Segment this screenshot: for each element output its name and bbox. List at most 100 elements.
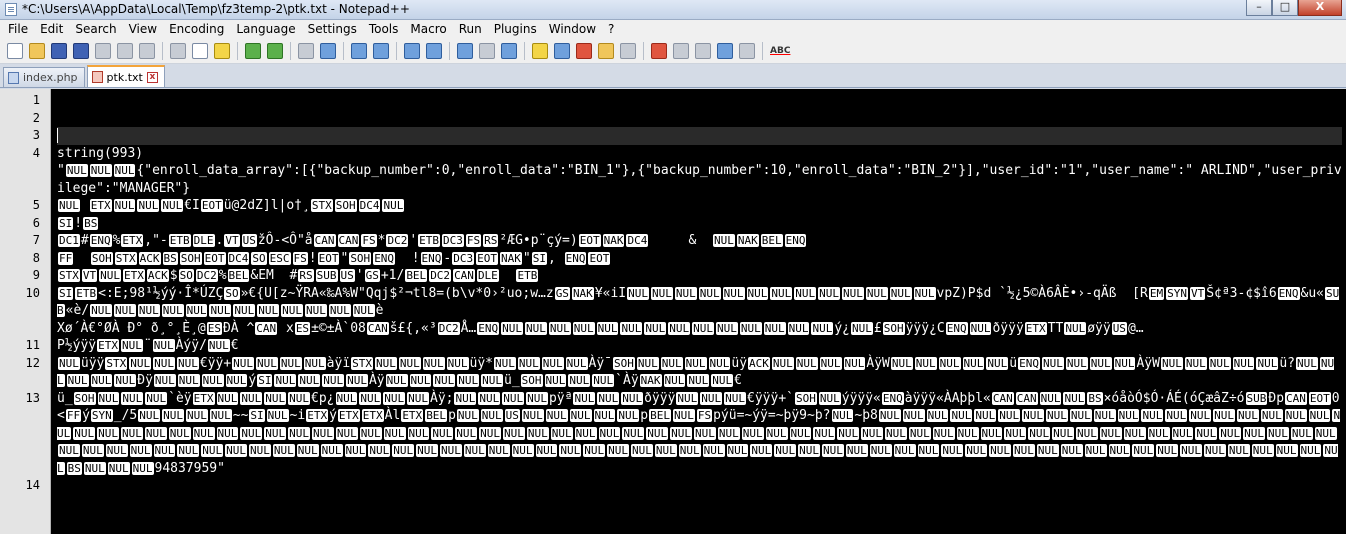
monitoring-icon[interactable] [620, 42, 636, 59]
control-char-badge: SOH [520, 374, 543, 387]
zoom-in-icon[interactable] [351, 42, 367, 59]
control-char-badge: NUL [620, 321, 643, 335]
text-segment: «è/ [65, 303, 90, 318]
text-segment: ÐÀ ^ [222, 320, 255, 336]
menu-file[interactable]: File [2, 20, 34, 38]
control-char-badge: NUL [216, 426, 239, 440]
editor-line[interactable]: 6 SI! BS [33, 215, 1342, 233]
editor-line[interactable]: 13 ü_ SOH NUL NUL NUL `èÿ ETX NUL NUL NUL NUL €p¿ NUL… [26, 390, 1342, 478]
editor-line[interactable]: 12 NUL üÿÿ STX NUL NUL NUL €ÿÿ+ NUL NUL NUL NUL àÿï S… [26, 355, 1342, 390]
save-macro-icon[interactable] [739, 42, 755, 59]
redo-icon[interactable] [267, 42, 283, 59]
control-char-badge: NUL [407, 391, 429, 405]
open-folder-icon[interactable] [29, 42, 45, 59]
copy-icon[interactable] [192, 42, 208, 59]
editor-line[interactable]: 3 [33, 127, 1342, 145]
play-macro-icon[interactable] [695, 42, 711, 59]
editor-line[interactable]: 4 string(993) " NUL NUL NUL {"enroll_data_arr… [33, 145, 1342, 198]
editor-line[interactable]: 10 SI ETB <:E;98¹½ýý·Î*ÚZÇ SO »€{U[z~ŸRA«‰A%W… [26, 285, 1342, 338]
spellcheck-icon[interactable]: ABC [770, 43, 792, 59]
menu-macro[interactable]: Macro [404, 20, 452, 38]
new-file-icon[interactable] [7, 42, 23, 59]
control-char-badge: NUL [457, 374, 480, 387]
sync-vertical-icon[interactable] [404, 42, 420, 59]
editor-line[interactable]: 5 NUL ETX NUL NUL NUL €I EOT ü@2dZ]l|o†¸ STX SOH D… [33, 197, 1342, 215]
editor-line[interactable]: 7 DC1 # ENQ% ETX ,"- ETB DLE. VT US žÔ-<Ô"å CAN CAN F… [33, 232, 1342, 250]
show-all-chars-icon[interactable] [479, 42, 495, 59]
menu-plugins[interactable]: Plugins [488, 20, 543, 38]
line-number: 2 [32, 110, 40, 125]
text-segment [74, 251, 90, 266]
control-char-badge: NUL [597, 391, 620, 405]
control-char-badge: NUL [644, 321, 667, 335]
play-multiple-icon[interactable] [717, 42, 733, 59]
function-list-icon[interactable] [576, 42, 592, 59]
user-lang-icon[interactable] [532, 42, 548, 59]
menu-settings[interactable]: Settings [302, 20, 363, 38]
control-char-badge: NUL [1036, 444, 1059, 457]
indent-guide-icon[interactable] [501, 42, 517, 59]
control-char-badge: NUL [969, 321, 992, 335]
folder-workspace-icon[interactable] [598, 42, 614, 59]
save-icon[interactable] [51, 42, 67, 59]
control-char-badge: NUL [1147, 426, 1170, 440]
record-macro-icon[interactable] [651, 42, 667, 59]
editor-line[interactable]: 8 FF SOH STX ACK BS SOH EOT DC4 SO ESC FS! EOT " SOH E… [33, 250, 1342, 268]
doc-map-icon[interactable] [554, 42, 570, 59]
cut-icon[interactable] [170, 42, 186, 59]
menu-run[interactable]: Run [453, 20, 488, 38]
minimize-button[interactable]: – [1246, 0, 1272, 16]
stop-record-icon[interactable] [673, 42, 689, 59]
close-icon[interactable] [95, 42, 111, 59]
control-char-badge: EOT [578, 234, 601, 247]
control-char-badge: NUL [1084, 444, 1107, 457]
menu-view[interactable]: View [123, 20, 163, 38]
editor-text[interactable]: 1 2 3 4 string(993) " NUL NUL NUL {"enroll_data_… [26, 92, 1342, 495]
editor-line[interactable]: 9 STX VT NUL ETX ACK $ SO DC2% BEL &EM # RS SUB US ' GS… [33, 267, 1342, 285]
menu-search[interactable]: Search [69, 20, 122, 38]
editor-line[interactable]: 11 P½ýÿÿ ETX NUL ¨ NUL Àýÿ/NUL € [26, 337, 1342, 355]
text-segment: ~þ8 [854, 408, 878, 423]
replace-icon[interactable] [320, 42, 336, 59]
menu-edit[interactable]: Edit [34, 20, 69, 38]
editor-line[interactable]: 1 [33, 92, 1342, 110]
menu-encoding[interactable]: Encoding [163, 20, 230, 38]
save-all-icon[interactable] [73, 42, 89, 59]
editor-line[interactable]: 2 [33, 110, 1342, 128]
control-char-badge: NUL [789, 426, 812, 440]
control-char-badge: NUL [559, 444, 582, 457]
control-char-badge: NUL [572, 321, 595, 335]
control-char-badge: NUL [672, 409, 695, 422]
control-char-badge: NUL [889, 286, 912, 300]
tab-close-icon[interactable]: x [146, 71, 158, 83]
control-char-badge: NUL [684, 356, 707, 370]
toolbar-separator [162, 41, 163, 60]
control-char-badge: NUL [322, 374, 345, 387]
undo-icon[interactable] [245, 42, 261, 59]
close-button[interactable]: X [1298, 0, 1342, 16]
tab-ptk-txt[interactable]: ptk.txt x [86, 65, 165, 87]
paste-icon[interactable] [214, 42, 230, 59]
menu-language[interactable]: Language [230, 20, 301, 38]
menu-help[interactable]: ? [602, 20, 620, 38]
text-segment: €I [184, 198, 200, 213]
control-char-badge: NUL [798, 444, 820, 457]
zoom-out-icon[interactable] [373, 42, 389, 59]
menu-window[interactable]: Window [543, 20, 602, 38]
control-char-badge: STX [310, 199, 333, 212]
control-char-badge: NUL [1028, 426, 1051, 440]
editor-area[interactable]: 1 2 3 4 string(993) " NUL NUL NUL {"enroll_data_… [0, 89, 1346, 534]
control-char-badge: GS [554, 286, 570, 300]
editor-line[interactable]: 14 [26, 477, 1342, 495]
word-wrap-icon[interactable] [457, 42, 473, 59]
sync-horizontal-icon[interactable] [426, 42, 442, 59]
tab-index-php[interactable]: index.php [3, 67, 85, 87]
text-segment: žÔ-<Ô"å [257, 233, 313, 248]
close-all-icon[interactable] [117, 42, 133, 59]
find-icon[interactable] [298, 42, 314, 59]
control-char-badge: FS [465, 234, 482, 247]
print-icon[interactable] [139, 42, 155, 59]
control-char-badge: NUL [1004, 426, 1027, 440]
menu-tools[interactable]: Tools [363, 20, 405, 38]
maximize-button[interactable]: □ [1272, 0, 1298, 16]
